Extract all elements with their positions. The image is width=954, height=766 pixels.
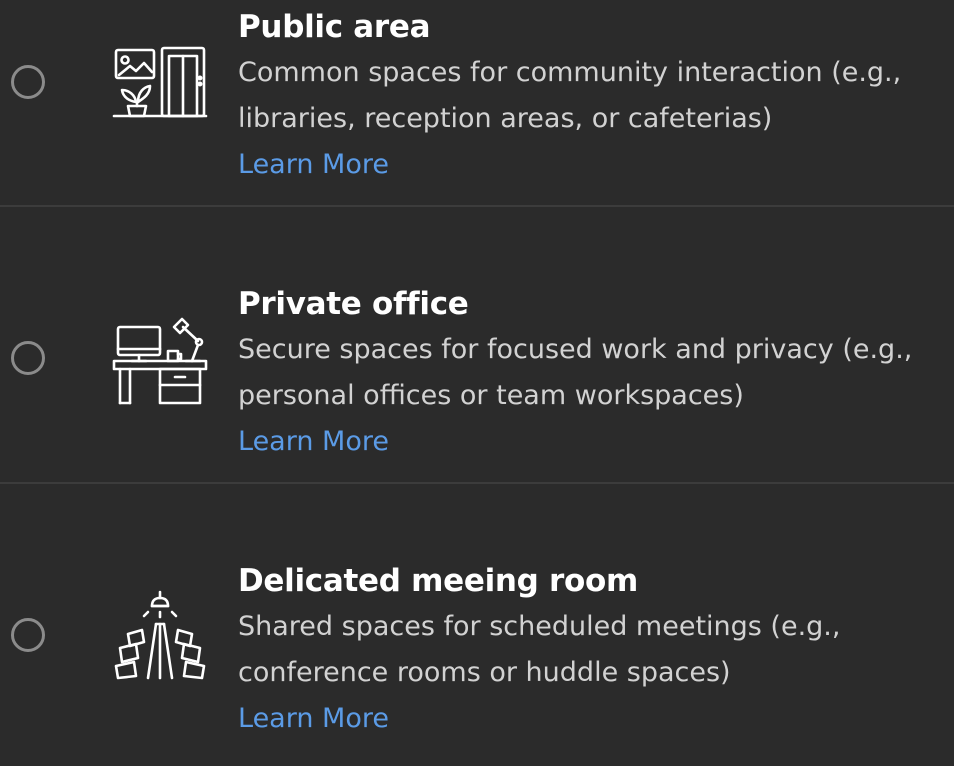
learn-more-link[interactable]: Learn More — [238, 419, 389, 465]
description-line: Common spaces for community interaction … — [238, 57, 902, 88]
option-title: Delicated meeing room — [238, 563, 639, 599]
meeting-room-icon — [108, 586, 212, 686]
radio-meeting-room[interactable] — [11, 618, 45, 652]
description-line: conference rooms or huddle spaces) — [238, 657, 731, 688]
description-line: personal offices or team workspaces) — [238, 380, 744, 411]
option-content: Public area Common spaces for community … — [238, 6, 938, 188]
space-type-list: Public area Common spaces for community … — [0, 0, 954, 766]
radio-private-office[interactable] — [11, 341, 45, 375]
learn-more-link[interactable]: Learn More — [238, 142, 389, 188]
option-public-area[interactable]: Public area Common spaces for community … — [0, 0, 954, 207]
public-area-icon — [108, 40, 212, 140]
description-line: Shared spaces for scheduled meetings (e.… — [238, 611, 841, 642]
option-title: Public area — [238, 9, 431, 45]
option-meeting-room[interactable]: Delicated meeing room Shared spaces for … — [0, 484, 954, 766]
option-description: Secure spaces for focused work and priva… — [238, 327, 938, 419]
description-line: libraries, reception areas, or cafeteria… — [238, 103, 773, 134]
private-office-icon — [108, 313, 212, 413]
learn-more-link[interactable]: Learn More — [238, 696, 389, 742]
option-private-office[interactable]: Private office Secure spaces for focused… — [0, 207, 954, 484]
option-content: Delicated meeing room Shared spaces for … — [238, 560, 938, 742]
radio-public-area[interactable] — [11, 65, 45, 99]
option-description: Shared spaces for scheduled meetings (e.… — [238, 604, 938, 696]
option-title: Private office — [238, 286, 469, 322]
description-line: Secure spaces for focused work and priva… — [238, 334, 913, 365]
option-content: Private office Secure spaces for focused… — [238, 283, 938, 465]
option-description: Common spaces for community interaction … — [238, 50, 938, 142]
